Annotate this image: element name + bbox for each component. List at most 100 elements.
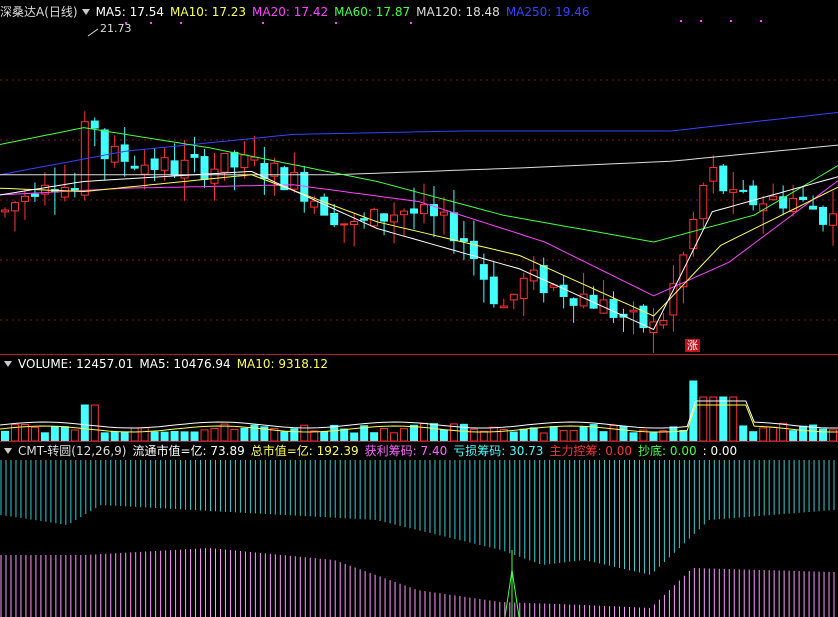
volume-bar — [649, 432, 658, 441]
candle-body — [120, 144, 129, 162]
chevron-down-icon[interactable] — [81, 9, 90, 15]
volume-bar — [609, 425, 618, 441]
volume-bar — [210, 427, 219, 441]
volume-bar — [350, 432, 359, 441]
cmt-indicator-1: 流通市值=亿: 73.89 — [132, 444, 245, 458]
candle-body — [380, 213, 389, 222]
signal-dot — [760, 20, 762, 22]
signal-dot — [262, 22, 264, 24]
candle-body — [659, 320, 668, 326]
candle-body — [130, 165, 139, 169]
volume-bar — [70, 429, 79, 441]
volume-bar — [719, 396, 728, 441]
volume-indicator-0: VOLUME: 12457.01 — [18, 357, 134, 371]
volume-bar — [40, 432, 49, 441]
volume-bar — [220, 423, 229, 441]
chevron-down-icon[interactable] — [4, 448, 12, 454]
candle-body — [649, 321, 658, 334]
candle-body — [729, 189, 738, 193]
volume-bar — [190, 431, 199, 441]
cmt-header: CMT-转圆(12,26,9) 流通市值=亿: 73.89 总市值=亿: 192.3… — [0, 443, 749, 459]
volume-bar — [469, 428, 478, 441]
volume-bar — [330, 424, 339, 441]
candle-body — [30, 193, 39, 197]
candle-body — [140, 164, 149, 175]
volume-indicator-2: MA10: 9318.12 — [236, 357, 328, 371]
volume-bar — [739, 425, 748, 441]
candle-body — [200, 156, 209, 180]
candle-body — [449, 212, 458, 242]
volume-bar — [559, 430, 568, 441]
cmt-indicator-0: CMT-转圆(12,26,9) — [18, 444, 127, 458]
candle-body — [499, 305, 508, 309]
main-header: 深桑达A(日线) MA5: 17.54 MA10: 17.23 MA20: 17.42… — [0, 4, 602, 20]
main-indicator-2: MA20: 17.42 — [252, 5, 329, 19]
volume-bar — [769, 426, 778, 441]
ma250-line — [0, 112, 838, 176]
candle-body — [819, 206, 828, 225]
signal-dot — [410, 22, 412, 24]
volume-bar — [240, 427, 249, 441]
volume-bar — [549, 426, 558, 441]
volume-bar — [410, 424, 419, 441]
main-indicator-4: MA120: 18.48 — [416, 5, 500, 19]
candle-body — [230, 151, 239, 168]
volume-bar — [340, 428, 349, 441]
zhang-badge: 涨 — [685, 339, 700, 352]
candle-body — [390, 214, 399, 223]
volume-bar — [619, 425, 628, 441]
candle-body — [410, 208, 419, 214]
candle-body — [799, 196, 808, 201]
candle-body — [310, 200, 319, 208]
volume-bar — [230, 428, 239, 441]
volume-bar — [709, 396, 718, 441]
price-chart: 21.73 — [0, 20, 838, 353]
volume-bar — [170, 431, 179, 441]
signal-dot — [730, 20, 732, 22]
volume-bar — [280, 431, 289, 441]
volume-bar — [729, 396, 738, 441]
signal-dot — [150, 22, 152, 24]
volume-indicator-1: MA5: 10476.94 — [139, 357, 231, 371]
volume-bar — [60, 426, 69, 441]
signal-dot — [180, 22, 182, 24]
volume-bar — [370, 432, 379, 441]
cmt-indicator-2: 总市值=亿: 192.39 — [250, 444, 359, 458]
volume-bar — [130, 427, 139, 441]
signal-dot — [125, 22, 127, 24]
candle-body — [629, 309, 638, 313]
candle-body — [370, 209, 379, 227]
volume-bar — [290, 428, 299, 441]
volume-bar — [90, 404, 99, 441]
volume-bar — [30, 426, 39, 441]
chevron-down-icon[interactable] — [4, 361, 12, 367]
candle-body — [190, 154, 199, 158]
volume-bar — [150, 431, 159, 441]
volume-bar — [569, 430, 578, 441]
candle-body — [699, 185, 708, 220]
main-title: 深桑达A(日线) — [0, 5, 78, 19]
volume-bar — [819, 428, 828, 441]
volume-bar — [489, 426, 498, 441]
cmt-indicator-6: 抄底: 0.00 — [638, 444, 697, 458]
volume-bar — [429, 423, 438, 441]
volume-bar — [479, 430, 488, 441]
volume-bar — [779, 422, 788, 441]
candle-body — [419, 204, 428, 215]
signal-dot — [680, 20, 682, 22]
volume-bar — [310, 430, 319, 441]
high-label-pointer — [87, 28, 99, 37]
candle-body — [240, 154, 249, 169]
main-indicator-5: MA250: 19.46 — [505, 5, 590, 19]
volume-bar — [320, 431, 329, 441]
volume-bar — [599, 431, 608, 441]
volume-bar — [180, 431, 189, 441]
ma20-line — [0, 180, 838, 297]
cmt-chart — [0, 460, 835, 617]
candle-body — [110, 145, 119, 163]
candle-body — [489, 276, 498, 305]
volume-bar — [160, 431, 169, 441]
candle-body — [709, 167, 718, 182]
candle-body — [749, 185, 758, 206]
candle-body — [459, 238, 468, 242]
